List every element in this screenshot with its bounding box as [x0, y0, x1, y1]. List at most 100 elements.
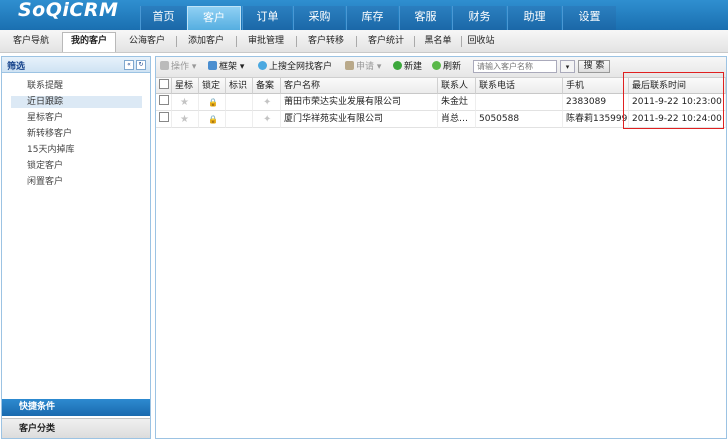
tab-divider — [296, 36, 297, 47]
row-flag — [226, 94, 253, 111]
highlight-box — [623, 72, 724, 129]
row-filing[interactable]: ✦ — [253, 111, 281, 128]
row-contact: 朱金灶 — [438, 94, 476, 111]
new-button[interactable]: 新建 — [393, 61, 422, 73]
col-customer-name[interactable]: 客户名称 — [281, 78, 438, 94]
col-flag[interactable]: 标识 — [226, 78, 253, 94]
row-phone: 5050588 — [476, 111, 563, 128]
operate-button[interactable]: 操作 ▾ — [160, 61, 196, 73]
filter-item-locked[interactable]: 锁定客户 — [27, 160, 63, 172]
filter-item-idle[interactable]: 闲置客户 — [27, 176, 63, 188]
tab-add-customer[interactable]: 添加客户 — [180, 33, 232, 50]
row-select[interactable] — [156, 94, 172, 111]
search-icon — [258, 61, 267, 70]
refresh-icon[interactable]: ↻ — [136, 60, 146, 70]
row-flag — [226, 111, 253, 128]
refresh-label: 刷新 — [443, 62, 462, 72]
customer-search-input[interactable] — [473, 60, 557, 73]
grid-icon — [208, 61, 217, 70]
filter-panel-title: 筛选 — [7, 62, 26, 72]
col-star[interactable]: 星标 — [172, 78, 199, 94]
filing-icon[interactable]: ✦ — [263, 97, 271, 108]
row-mobile: 陈春莉1359999 — [563, 111, 629, 128]
star-icon[interactable]: ★ — [180, 97, 189, 108]
operate-label: 操作 — [171, 62, 190, 72]
tab-divider — [414, 36, 415, 47]
col-contact[interactable]: 联系人 — [438, 78, 476, 94]
new-label: 新建 — [404, 62, 423, 72]
tab-divider — [236, 36, 237, 47]
col-filing[interactable]: 备案 — [253, 78, 281, 94]
row-star[interactable]: ★ — [172, 94, 199, 111]
col-phone[interactable]: 联系电话 — [476, 78, 563, 94]
apply-button[interactable]: 申请 ▾ — [345, 61, 381, 73]
nav-settings[interactable]: 设置 — [562, 6, 616, 30]
collapse-icon[interactable]: « — [124, 60, 134, 70]
apply-label: 申请 — [356, 62, 375, 72]
select-all-checkbox[interactable] — [159, 79, 169, 89]
select-all-header[interactable] — [156, 78, 172, 94]
lock-icon[interactable]: 🔒 — [208, 98, 218, 107]
search-button[interactable]: 搜 索 — [578, 60, 610, 73]
row-filing[interactable]: ✦ — [253, 94, 281, 111]
customer-category-header[interactable]: 客户分类 — [2, 418, 150, 438]
nav-orders[interactable]: 订单 — [242, 6, 292, 30]
row-lock[interactable]: 🔒 — [199, 94, 226, 111]
nav-home[interactable]: 首页 — [140, 6, 186, 30]
nav-customer[interactable]: 客户 — [187, 6, 241, 30]
filing-icon[interactable]: ✦ — [263, 114, 271, 125]
filter-item-contact-reminder[interactable]: 联系提醒 — [27, 80, 63, 92]
tab-my-customers[interactable]: 我的客户 — [62, 32, 116, 52]
filter-panel-header: 筛选 « ↻ — [2, 57, 150, 73]
filter-panel: 筛选 « ↻ 联系提醒 近日跟踪 星标客户 新转移客户 15天内掉库 锁定客户 … — [1, 56, 151, 439]
row-customer-name[interactable]: 莆田市荣达实业发展有限公司 — [281, 94, 438, 111]
tab-statistics[interactable]: 客户统计 — [360, 33, 412, 50]
chevron-down-icon: ▾ — [376, 62, 382, 72]
operate-icon — [160, 61, 169, 70]
tab-approval[interactable]: 审批管理 — [240, 33, 292, 50]
chevron-down-icon: ▾ — [239, 62, 245, 72]
row-checkbox[interactable] — [159, 112, 169, 122]
col-lock[interactable]: 锁定 — [199, 78, 226, 94]
frame-label: 框架 — [219, 62, 238, 72]
filter-item-new-transfer[interactable]: 新转移客户 — [27, 128, 72, 140]
nav-service[interactable]: 客服 — [399, 6, 451, 30]
sub-tab-bar: 客户导航 我的客户 公海客户 添加客户 审批管理 客户转移 客户统计 黑名单 回… — [0, 30, 728, 53]
plus-icon — [393, 61, 402, 70]
tab-customer-nav[interactable]: 客户导航 — [6, 33, 56, 50]
app-logo: SoQiCRM — [18, 0, 119, 21]
row-lock[interactable]: 🔒 — [199, 111, 226, 128]
tab-transfer[interactable]: 客户转移 — [300, 33, 352, 50]
filter-item-starred[interactable]: 星标客户 — [27, 112, 63, 124]
frame-button[interactable]: 框架 ▾ — [208, 61, 244, 73]
apply-icon — [345, 61, 354, 70]
row-customer-name[interactable]: 厦门华祥苑实业有限公司 — [281, 111, 438, 128]
nav-purchase[interactable]: 采购 — [293, 6, 345, 30]
nav-assistant[interactable]: 助理 — [507, 6, 561, 30]
col-mobile[interactable]: 手机 — [563, 78, 629, 94]
fast-conditions-header[interactable]: 快捷条件 — [2, 399, 150, 416]
filter-item-15-days[interactable]: 15天内掉库 — [27, 144, 74, 156]
refresh-icon — [432, 61, 441, 70]
search-type-dropdown[interactable]: ▾ — [560, 60, 575, 73]
star-icon[interactable]: ★ — [180, 114, 189, 125]
tab-divider — [176, 36, 177, 47]
row-mobile: 2383089 — [563, 94, 629, 111]
tab-blacklist[interactable]: 黑名单 — [418, 33, 458, 50]
row-select[interactable] — [156, 111, 172, 128]
row-star[interactable]: ★ — [172, 111, 199, 128]
row-contact: 肖总… — [438, 111, 476, 128]
search-all-button[interactable]: 上搜全网找客户 — [258, 61, 332, 73]
filter-item-recent-tracking[interactable]: 近日跟踪 — [11, 96, 142, 108]
row-phone — [476, 94, 563, 111]
lock-icon[interactable]: 🔒 — [208, 115, 218, 124]
row-checkbox[interactable] — [159, 95, 169, 105]
tab-public-customers[interactable]: 公海客户 — [122, 33, 172, 50]
top-nav-bar: SoQiCRM 首页 客户 订单 采购 库存 客服 财务 助理 设置 — [0, 0, 728, 30]
nav-inventory[interactable]: 库存 — [346, 6, 398, 30]
tab-recycle-bin[interactable]: 回收站 — [465, 33, 497, 50]
nav-finance[interactable]: 财务 — [452, 6, 506, 30]
tab-divider — [461, 36, 462, 47]
search-all-label: 上搜全网找客户 — [269, 62, 333, 72]
refresh-button[interactable]: 刷新 — [432, 61, 461, 73]
